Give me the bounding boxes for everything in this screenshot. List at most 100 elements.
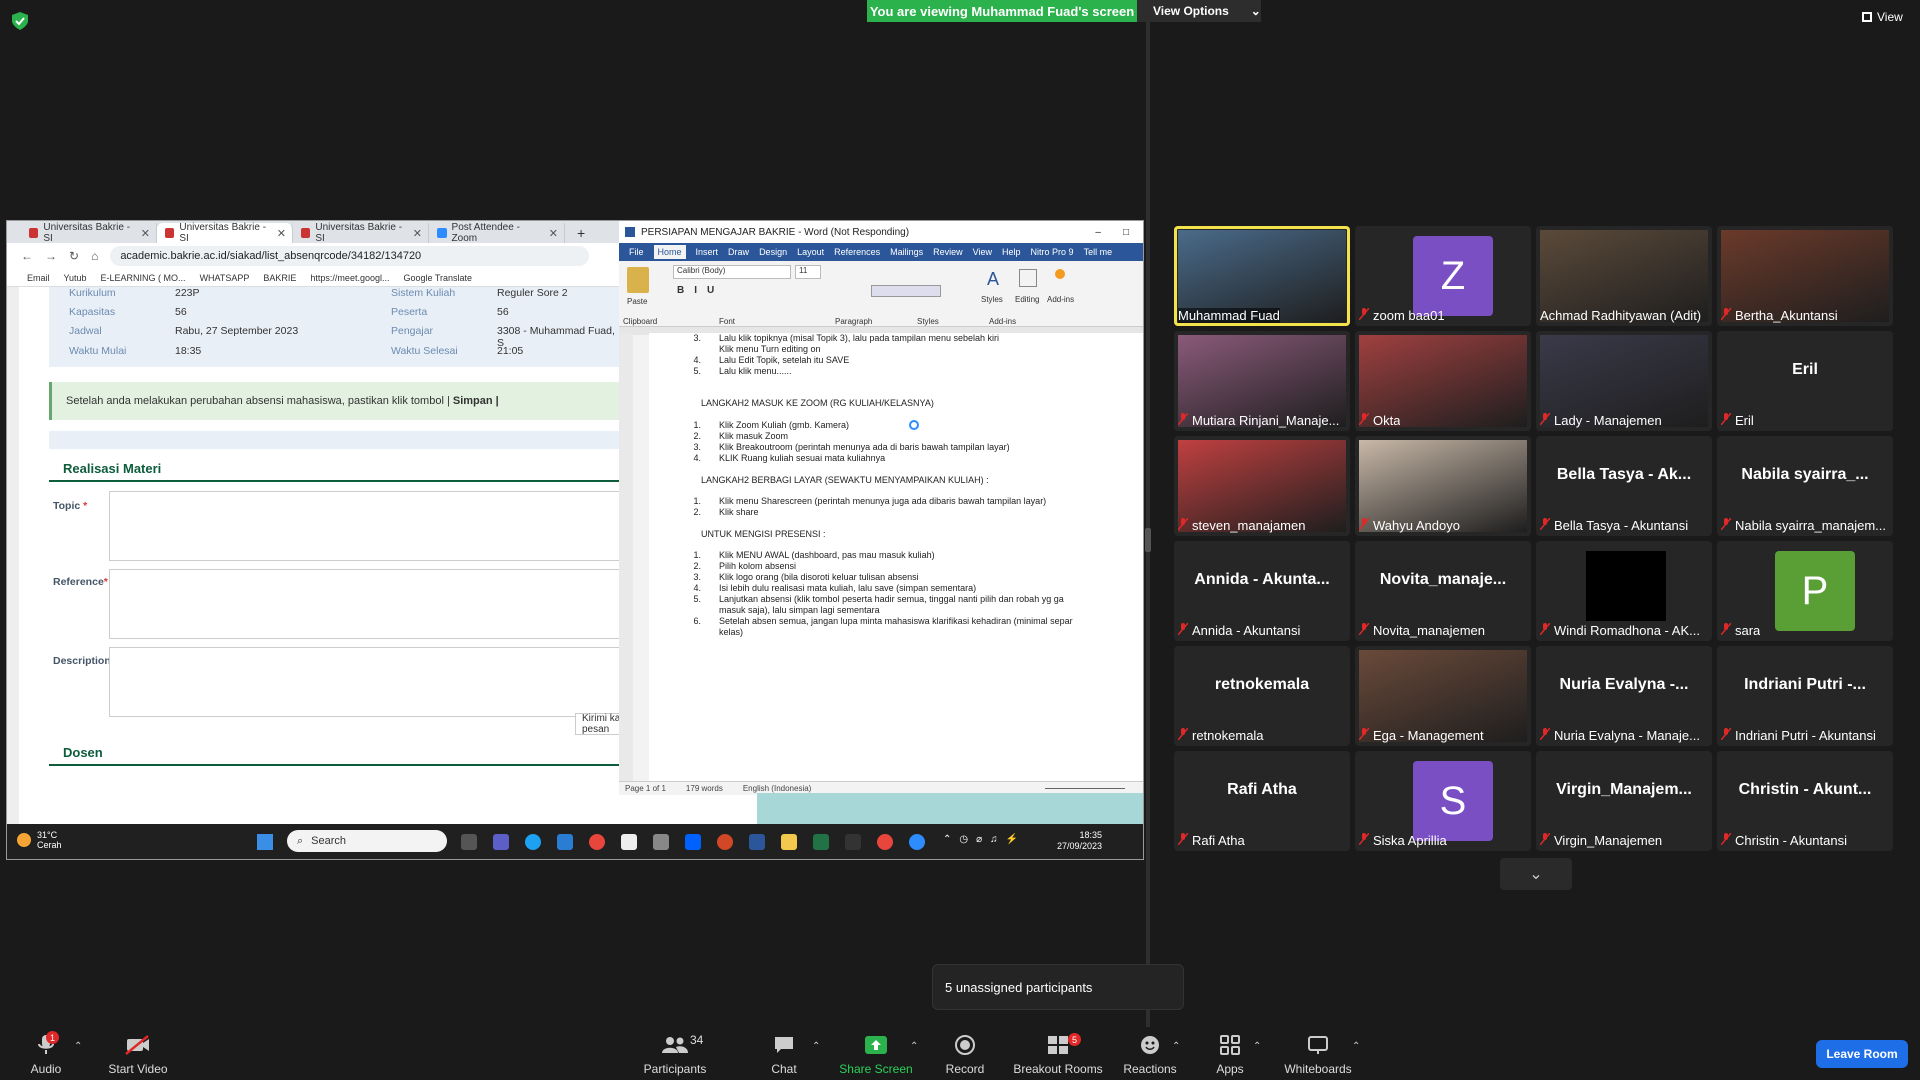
tab-help[interactable]: Help	[1002, 247, 1021, 257]
zoom-taskbar-icon[interactable]	[909, 834, 925, 850]
close-icon[interactable]: ✕	[549, 227, 564, 240]
weather-widget[interactable]: 31°C Cerah	[17, 830, 62, 850]
bookmark-item[interactable]: Email	[27, 273, 50, 283]
system-tray-icons[interactable]: ⌃◷⌀♫⚡	[943, 834, 1026, 845]
tab-insert[interactable]: Insert	[696, 247, 719, 257]
language-indicator[interactable]: English (Indonesia)	[743, 784, 811, 793]
bookmark-item[interactable]: Yutub	[64, 273, 87, 283]
font-name-select[interactable]: Calibri (Body)	[673, 265, 791, 279]
browser-tab-active[interactable]: Universitas Bakrie - SI ✕	[157, 222, 293, 244]
file-explorer-icon[interactable]	[781, 834, 797, 850]
chrome-profile-icon[interactable]	[877, 834, 893, 850]
split-divider-handle[interactable]	[1145, 528, 1151, 552]
chrome-icon[interactable]	[589, 834, 605, 850]
view-button[interactable]: View	[1862, 10, 1903, 24]
participant-tile[interactable]: Mutiara Rinjani_Manaje...	[1174, 331, 1350, 431]
participant-tile[interactable]: Nuria Evalyna -... Nuria Evalyna - Manaje…	[1536, 646, 1712, 746]
start-video-button[interactable]: Start Video	[106, 1027, 170, 1080]
participant-tile[interactable]: Bella Tasya - Ak... Bella Tasya - Akuntan…	[1536, 436, 1712, 536]
back-icon[interactable]: ←	[21, 249, 33, 263]
mail-icon[interactable]	[557, 834, 573, 850]
audio-button[interactable]: Audio 1	[20, 1027, 72, 1080]
minimize-icon[interactable]: –	[1095, 227, 1101, 238]
split-divider[interactable]	[1146, 22, 1150, 1027]
leave-room-button[interactable]: Leave Room	[1816, 1040, 1908, 1068]
windows-start-icon[interactable]	[257, 834, 273, 850]
paste-icon[interactable]	[627, 267, 649, 293]
participant-tile[interactable]: Christin - Akunt... Christin - Akuntansi	[1717, 751, 1893, 851]
addins-icon[interactable]	[1055, 269, 1065, 279]
gallery-next-page-button[interactable]: ⌄	[1500, 858, 1572, 890]
participant-tile[interactable]: Windi Romadhona - AK...	[1536, 541, 1712, 641]
participant-tile[interactable]: Muhammad Fuad	[1174, 226, 1350, 326]
participant-tile[interactable]: Wahyu Andoyo	[1355, 436, 1531, 536]
participant-tile[interactable]: Achmad Radhityawan (Adit)	[1536, 226, 1712, 326]
participant-tile[interactable]: Lady - Manajemen	[1536, 331, 1712, 431]
tab-layout[interactable]: Layout	[797, 247, 824, 257]
new-tab-icon[interactable]: +	[569, 223, 599, 243]
unassigned-participants-notice[interactable]: 5 unassigned participants	[932, 964, 1184, 1010]
participant-tile[interactable]: Annida - Akunta... Annida - Akuntansi	[1174, 541, 1350, 641]
breakout-rooms-button[interactable]: Breakout Rooms 5	[1012, 1027, 1104, 1080]
security-shield-icon[interactable]	[12, 12, 28, 30]
participant-tile[interactable]: steven_manajamen	[1174, 436, 1350, 536]
tab-design[interactable]: Design	[759, 247, 787, 257]
taskbar-clock[interactable]: 18:35 27/09/2023	[1057, 830, 1102, 852]
word-taskbar-icon[interactable]	[749, 834, 765, 850]
taskbar-search[interactable]: ⌕ Search	[287, 830, 447, 852]
font-size-select[interactable]: 11	[795, 265, 821, 279]
tab-home[interactable]: Home	[653, 245, 686, 259]
chat-options-caret-icon[interactable]: ⌃	[812, 1041, 820, 1052]
close-icon[interactable]: ✕	[277, 227, 292, 240]
description-textarea[interactable]	[109, 647, 629, 717]
participant-tile[interactable]: Zzoom baa01	[1355, 226, 1531, 326]
forward-icon[interactable]: →	[45, 249, 57, 263]
store-icon[interactable]	[621, 834, 637, 850]
tab-tell-me[interactable]: Tell me	[1084, 247, 1113, 257]
participants-button[interactable]: Participants 34	[640, 1027, 710, 1080]
task-view-icon[interactable]	[461, 834, 477, 850]
word-document-page[interactable]: 3. Lalu klik topiknya (misal Topik 3), l…	[649, 333, 1143, 781]
topic-textarea[interactable]	[109, 491, 629, 561]
participant-tile[interactable]: retnokemala retnokemala	[1174, 646, 1350, 746]
whiteboards-button[interactable]: Whiteboards	[1282, 1027, 1354, 1080]
browser-tab[interactable]: Post Attendee - Zoom ✕	[429, 222, 565, 244]
powerpoint-icon[interactable]	[717, 834, 733, 850]
maximize-icon[interactable]: □	[1123, 227, 1129, 238]
home-icon[interactable]: ⌂	[91, 249, 98, 263]
participant-tile[interactable]: Bertha_Akuntansi	[1717, 226, 1893, 326]
participant-tile[interactable]: Indriani Putri -... Indriani Putri - Akun…	[1717, 646, 1893, 746]
bookmark-item[interactable]: E-LEARNING ( MO...	[101, 273, 186, 283]
teams-icon[interactable]	[493, 834, 509, 850]
share-options-caret-icon[interactable]: ⌃	[910, 1041, 918, 1052]
excel-icon[interactable]	[813, 834, 829, 850]
participant-tile[interactable]: S Siska Aprillia	[1355, 751, 1531, 851]
tab-draw[interactable]: Draw	[728, 247, 749, 257]
chat-button[interactable]: Chat	[766, 1027, 802, 1080]
format-buttons[interactable]: BIU	[677, 285, 724, 296]
participant-tile[interactable]: Rafi Atha Rafi Atha	[1174, 751, 1350, 851]
close-icon[interactable]: ✕	[413, 227, 428, 240]
participant-tile[interactable]: Ega - Management	[1355, 646, 1531, 746]
view-options-button[interactable]: View Options ⌄	[1137, 0, 1261, 22]
tab-review[interactable]: Review	[933, 247, 963, 257]
share-screen-button[interactable]: Share Screen	[836, 1027, 916, 1080]
reactions-options-caret-icon[interactable]: ⌃	[1172, 1041, 1180, 1052]
whiteboards-options-caret-icon[interactable]: ⌃	[1352, 1041, 1360, 1052]
participant-tile[interactable]: Nabila syairra_... Nabila syairra_manajem…	[1717, 436, 1893, 536]
browser-tab[interactable]: Universitas Bakrie - SI ✕	[21, 222, 157, 244]
styles-icon[interactable]: A	[987, 269, 999, 290]
calculator-icon[interactable]	[653, 834, 669, 850]
apps-button[interactable]: Apps	[1212, 1027, 1248, 1080]
reload-icon[interactable]: ↻	[69, 249, 79, 263]
close-icon[interactable]: ✕	[141, 227, 156, 240]
reference-textarea[interactable]	[109, 569, 629, 639]
reactions-button[interactable]: Reactions	[1122, 1027, 1178, 1080]
tab-file[interactable]: File	[629, 247, 644, 257]
tab-view[interactable]: View	[973, 247, 992, 257]
url-input[interactable]: academic.bakrie.ac.id/siakad/list_absenq…	[110, 246, 589, 266]
participant-tile[interactable]: Novita_manaje... Novita_manajemen	[1355, 541, 1531, 641]
participant-tile[interactable]: Okta	[1355, 331, 1531, 431]
participant-tile[interactable]: Psara	[1717, 541, 1893, 641]
zoom-slider[interactable]	[1045, 788, 1125, 789]
